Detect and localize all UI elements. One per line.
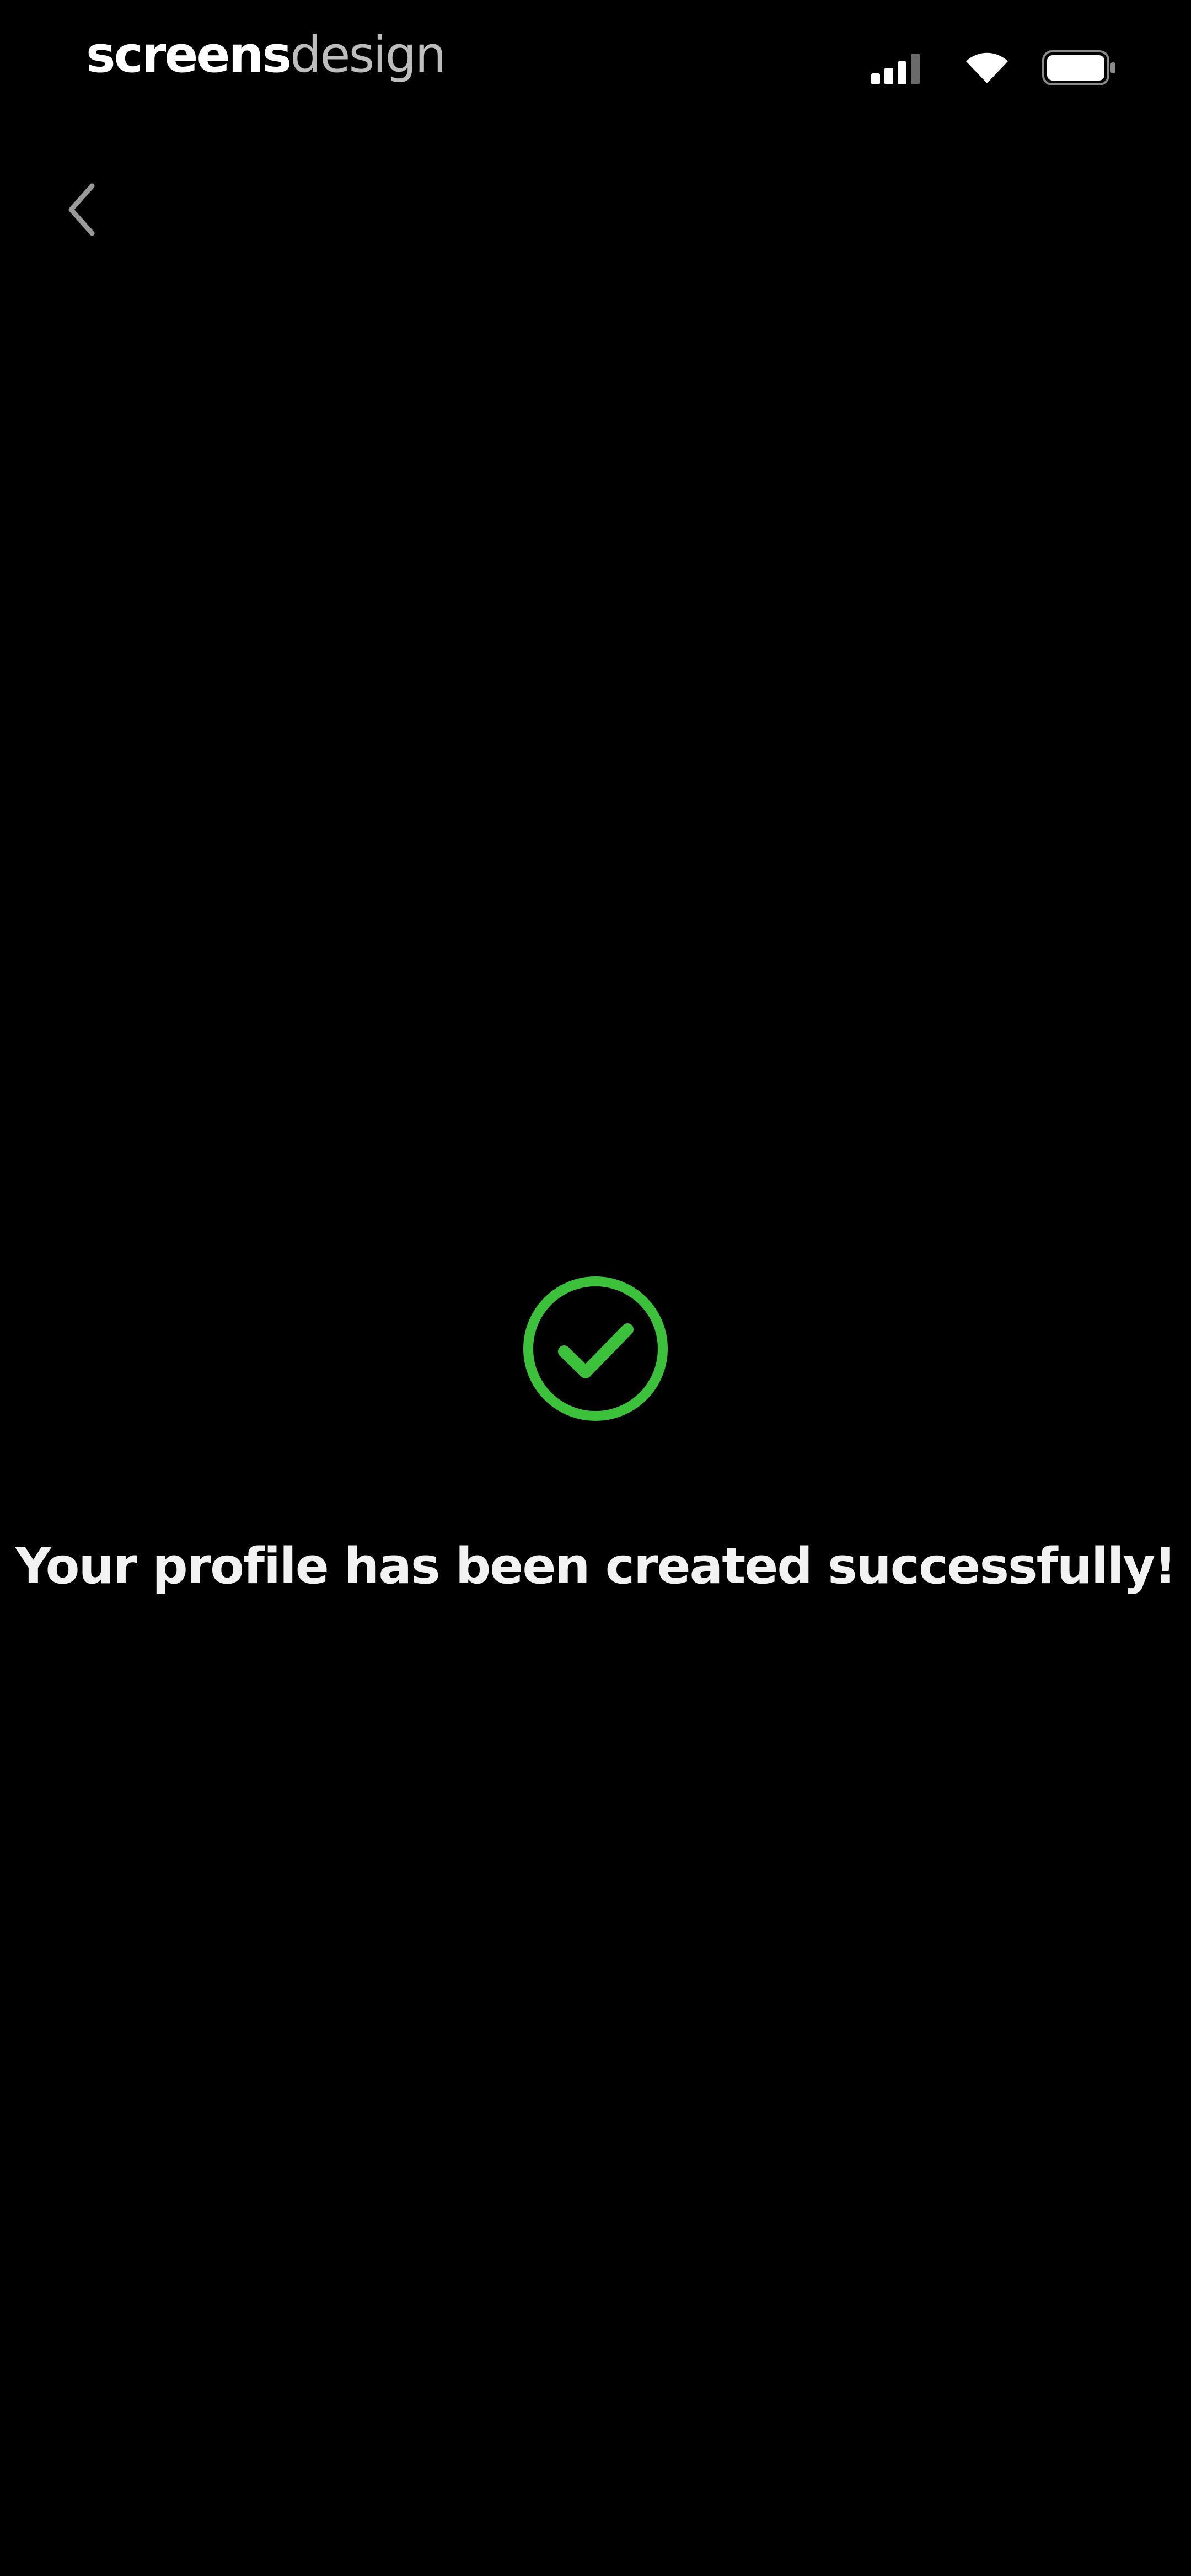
chevron-left-icon [68,183,95,236]
brand-logo: screensdesign [86,22,447,88]
battery-icon [1042,50,1115,85]
signal-icon [871,54,920,84]
status-icons [871,49,1117,87]
back-button[interactable] [52,171,113,248]
status-bar: screensdesign [0,0,1191,127]
wifi-icon [966,52,1008,83]
success-message: Your profile has been created successful… [15,1537,1177,1595]
check-circle-icon [523,1276,668,1421]
brand-logo-bold: screens [86,26,292,84]
brand-logo-light: design [290,26,447,84]
